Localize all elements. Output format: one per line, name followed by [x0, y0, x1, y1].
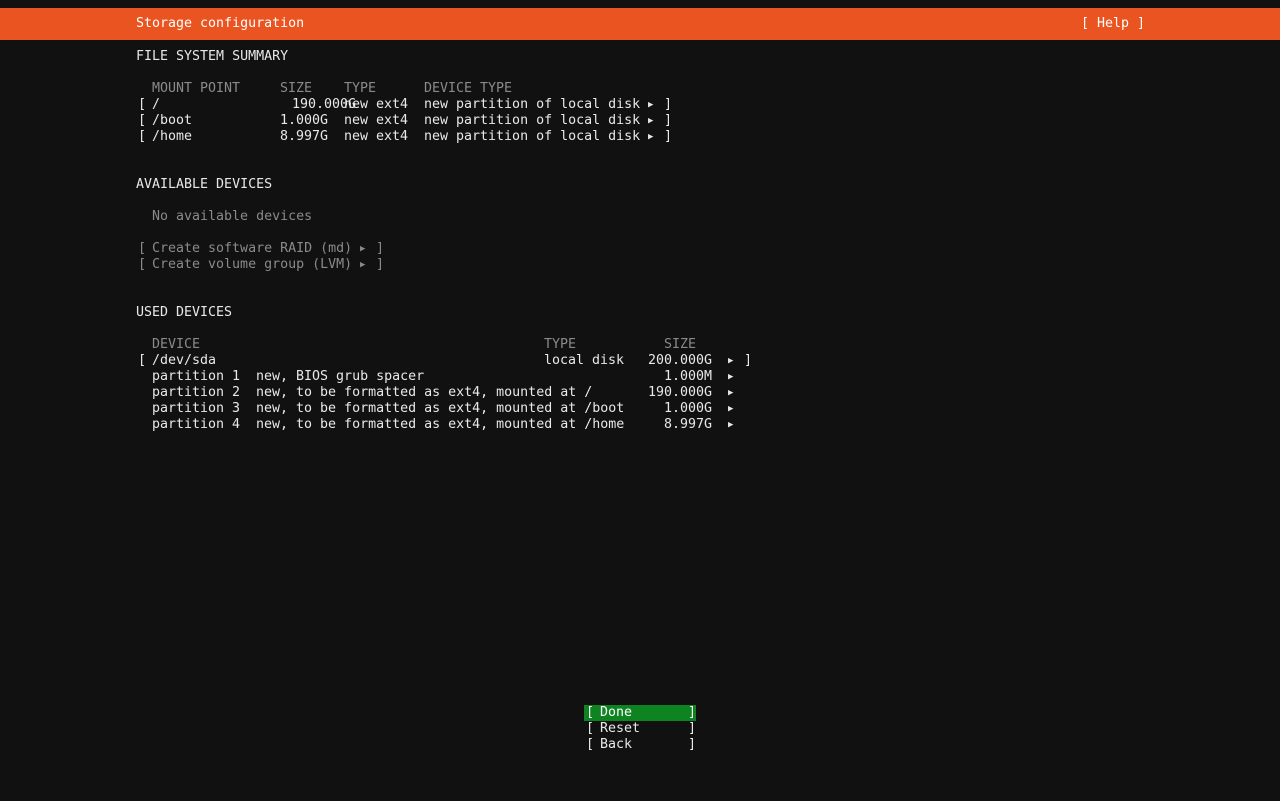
help-button[interactable]: [ Help ] [1081, 16, 1145, 32]
create-lvm-button[interactable]: [ Create volume group (LVM) ▶ ] [0, 257, 384, 273]
bracket-open: [ [586, 721, 595, 736]
arrow-right-icon: ▶ [648, 116, 654, 126]
arrow-right-icon: ▶ [728, 372, 734, 382]
bracket-open: [ [138, 129, 147, 144]
partition-name: partition 4 [152, 417, 241, 432]
bracket-open: [ [138, 241, 147, 256]
back-button[interactable]: [ Back ] [584, 737, 696, 753]
partition-name: partition 3 [152, 401, 241, 416]
bracket-close: ] [688, 705, 697, 720]
reset-label: Reset [600, 721, 641, 736]
fs-summary-row-boot[interactable]: [ /boot 1.000G new ext4 new partition of… [0, 113, 672, 129]
mount-point: /boot [152, 113, 193, 128]
partition-row-1[interactable]: partition 1 new, BIOS grub spacer 1.000M… [0, 369, 733, 385]
bracket-open: [ [138, 353, 147, 368]
available-empty-row: No available devices [0, 209, 312, 225]
bracket-close: ] [664, 113, 673, 128]
size: 8.997G [279, 129, 328, 144]
disk-name: /dev/sda [152, 353, 217, 368]
bracket-open: [ [138, 257, 147, 272]
arrow-right-icon: ▶ [648, 132, 654, 142]
disk-size: 200.000G [647, 353, 712, 368]
column-device: DEVICE [152, 337, 201, 352]
mount-point: /home [152, 129, 193, 144]
fs-type: new ext4 [344, 97, 409, 112]
bracket-close: ] [688, 721, 697, 736]
fs-summary-heading-row: FILE SYSTEM SUMMARY [0, 49, 288, 65]
arrow-right-icon: ▶ [360, 260, 366, 270]
create-lvm-label: Create volume group (LVM) [152, 257, 353, 272]
partition-size: 8.997G [663, 417, 712, 432]
done-button[interactable]: [ Done ] [584, 705, 696, 721]
column-type: TYPE [344, 81, 377, 96]
available-heading-row: AVAILABLE DEVICES [0, 177, 272, 193]
partition-row-3[interactable]: partition 3 new, to be formatted as ext4… [0, 401, 733, 417]
used-heading: USED DEVICES [136, 305, 233, 320]
reset-button[interactable]: [ Reset ] [584, 721, 696, 737]
partition-desc: new, to be formatted as ext4, mounted at… [256, 401, 625, 416]
used-column-headers: DEVICE TYPE SIZE [0, 337, 696, 353]
bracket-close: ] [688, 737, 697, 752]
size: 1.000G [279, 113, 328, 128]
bracket-open: [ [138, 97, 147, 112]
bracket-close: ] [376, 241, 385, 256]
size: 190.000G [291, 97, 356, 112]
bracket-open: [ [586, 705, 595, 720]
partition-size: 1.000M [663, 369, 712, 384]
arrow-right-icon: ▶ [728, 404, 734, 414]
mount-point: / [152, 97, 161, 112]
partition-size: 190.000G [647, 385, 712, 400]
arrow-right-icon: ▶ [648, 100, 654, 110]
fs-type: new ext4 [344, 129, 409, 144]
arrow-right-icon: ▶ [728, 356, 734, 366]
partition-size: 1.000G [663, 401, 712, 416]
fs-type: new ext4 [344, 113, 409, 128]
bracket-open: [ [586, 737, 595, 752]
column-mount-point: MOUNT POINT [152, 81, 241, 96]
device-type: new partition of local disk [424, 113, 641, 128]
column-device-type: DEVICE TYPE [424, 81, 513, 96]
back-label: Back [600, 737, 633, 752]
partition-desc: new, BIOS grub spacer [256, 369, 425, 384]
used-heading-row: USED DEVICES [0, 305, 232, 321]
arrow-right-icon: ▶ [728, 420, 734, 430]
available-heading: AVAILABLE DEVICES [136, 177, 273, 192]
arrow-right-icon: ▶ [728, 388, 734, 398]
bracket-close: ] [664, 129, 673, 144]
partition-desc: new, to be formatted as ext4, mounted at… [256, 385, 593, 400]
fs-summary-heading: FILE SYSTEM SUMMARY [136, 49, 289, 64]
column-size: SIZE [664, 337, 697, 352]
partition-name: partition 1 [152, 369, 241, 384]
create-raid-button[interactable]: [ Create software RAID (md) ▶ ] [0, 241, 384, 257]
header-bar: Storage configuration [ Help ] [0, 8, 1280, 40]
used-disk-row[interactable]: [ /dev/sda local disk 200.000G ▶ ] [0, 353, 752, 369]
no-devices-text: No available devices [152, 209, 313, 224]
fs-summary-column-headers: MOUNT POINT SIZE TYPE DEVICE TYPE [0, 81, 512, 97]
column-size: SIZE [280, 81, 313, 96]
partition-desc: new, to be formatted as ext4, mounted at… [256, 417, 625, 432]
page-title: Storage configuration [136, 16, 305, 31]
done-label: Done [600, 705, 633, 720]
partition-row-2[interactable]: partition 2 new, to be formatted as ext4… [0, 385, 733, 401]
partition-row-4[interactable]: partition 4 new, to be formatted as ext4… [0, 417, 733, 433]
fs-summary-row-home[interactable]: [ /home 8.997G new ext4 new partition of… [0, 129, 672, 145]
partition-name: partition 2 [152, 385, 241, 400]
bracket-open: [ [138, 113, 147, 128]
device-type: new partition of local disk [424, 129, 641, 144]
bracket-close: ] [744, 353, 753, 368]
device-type: new partition of local disk [424, 97, 641, 112]
column-type: TYPE [544, 337, 577, 352]
arrow-right-icon: ▶ [360, 244, 366, 254]
create-raid-label: Create software RAID (md) [152, 241, 353, 256]
bracket-close: ] [376, 257, 385, 272]
fs-summary-row-root[interactable]: [ / 190.000G new ext4 new partition of l… [0, 97, 672, 113]
bracket-close: ] [664, 97, 673, 112]
